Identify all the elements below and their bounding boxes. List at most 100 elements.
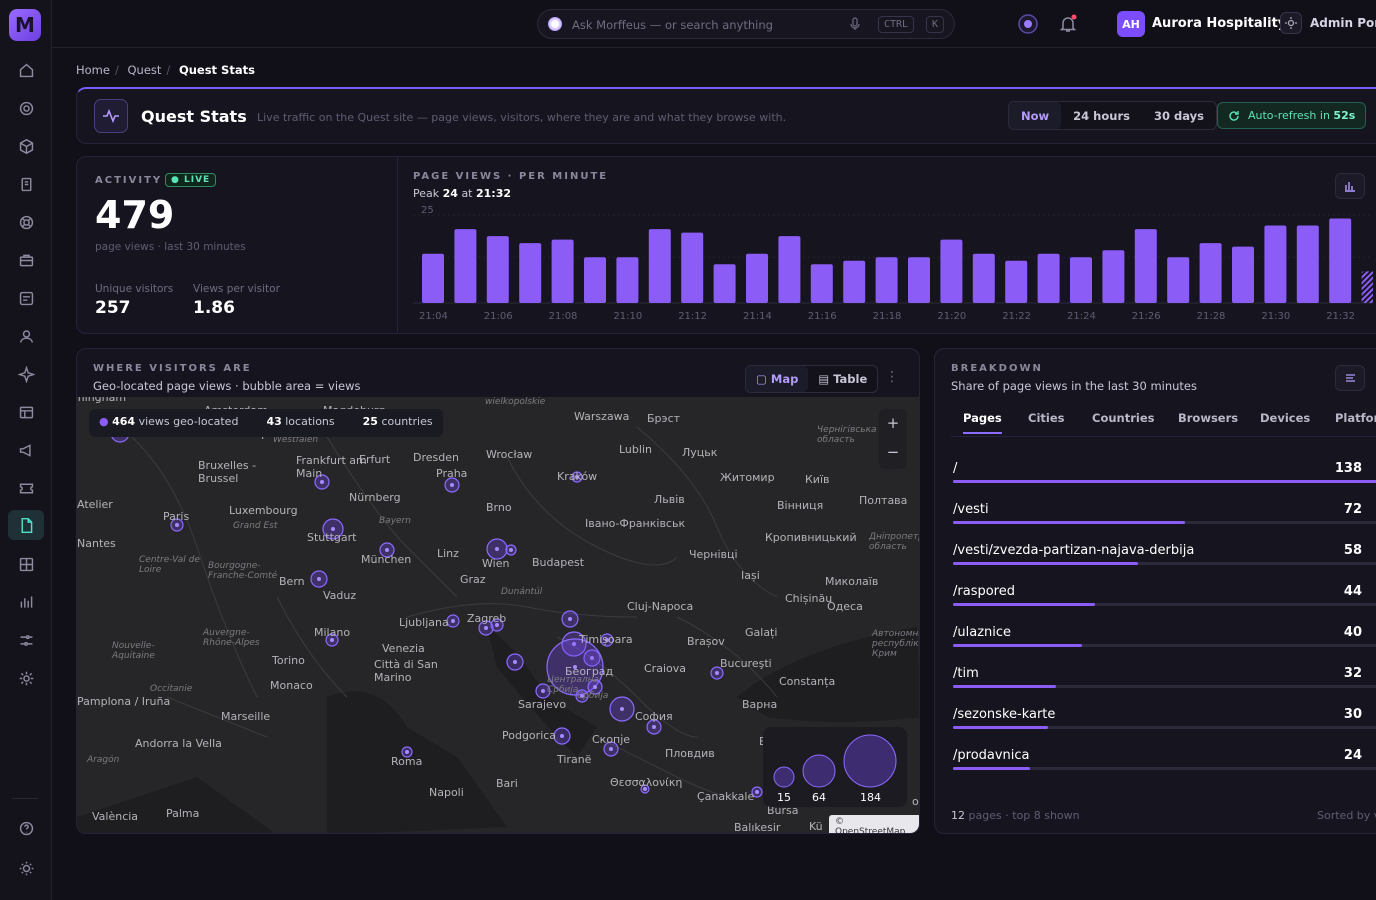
chart-bar[interactable]: [1264, 225, 1287, 303]
breakdown-row[interactable]: /vesti 72: [953, 502, 1376, 542]
chart-bar[interactable]: [681, 232, 704, 303]
table-icon[interactable]: [14, 400, 38, 424]
breakdown-row[interactable]: /tim 32: [953, 666, 1376, 706]
map-city-label: Balıkesir: [734, 821, 781, 834]
breakdown-row[interactable]: /ulaznice 40: [953, 625, 1376, 665]
pages-icon[interactable]: [8, 510, 44, 540]
breadcrumb-quest[interactable]: Quest: [128, 63, 162, 77]
zoom-in-button[interactable]: +: [879, 409, 907, 438]
megaphone-icon[interactable]: [14, 438, 38, 462]
chart-bar[interactable]: [616, 257, 639, 303]
map-city-label: Auvergne-Rhône-Alpes: [203, 628, 260, 648]
chart-type-button[interactable]: [1335, 173, 1365, 199]
range-now[interactable]: Now: [1009, 102, 1062, 129]
chart-bar[interactable]: [810, 264, 833, 303]
auto-refresh-button[interactable]: Auto-refresh in 52s: [1217, 102, 1367, 129]
chart-bar[interactable]: [875, 257, 898, 303]
map-view-map[interactable]: ▢ Map: [746, 366, 809, 392]
chart-icon[interactable]: [14, 590, 38, 614]
chart-bar[interactable]: [1037, 253, 1060, 303]
x-tick-label: 21:08: [549, 311, 578, 322]
search-placeholder[interactable]: Ask Morffeus — or search anything: [572, 18, 773, 32]
chart-bar[interactable]: [778, 236, 801, 303]
tab-countries[interactable]: Countries: [1092, 411, 1154, 425]
org-name[interactable]: Aurora Hospitality: [1152, 16, 1286, 31]
admin-portal-link[interactable]: Admin Portal: [1310, 16, 1376, 30]
ticket-icon[interactable]: [14, 476, 38, 500]
more-options-icon[interactable]: ⋮: [885, 369, 899, 385]
sparkle-icon[interactable]: [14, 362, 38, 386]
cube-icon[interactable]: [14, 134, 38, 158]
chart-bar[interactable]: [1102, 250, 1125, 303]
breakdown-row[interactable]: /prodavnica 24: [953, 748, 1376, 788]
chart-bar[interactable]: [519, 243, 542, 303]
map-city-label: Birmingham: [77, 397, 127, 404]
chart-bar[interactable]: [551, 239, 574, 303]
chart-bar[interactable]: [1167, 257, 1190, 303]
tab-cities[interactable]: Cities: [1028, 411, 1064, 425]
theme-icon[interactable]: [14, 856, 38, 880]
chart-bar[interactable]: [1361, 271, 1373, 303]
grid-icon[interactable]: [14, 552, 38, 576]
help-icon[interactable]: [14, 816, 38, 840]
chart-bar[interactable]: [713, 264, 736, 303]
map-city-label: Aragón: [87, 755, 120, 765]
search-bar[interactable]: Ask Morffeus — or search anything CTRL K: [537, 9, 955, 39]
breakdown-row[interactable]: / 138: [953, 461, 1376, 501]
chart-bar[interactable]: [1329, 218, 1352, 303]
zoom-out-button[interactable]: −: [879, 438, 907, 467]
list-options-icon[interactable]: [1335, 365, 1365, 391]
org-avatar[interactable]: AH: [1117, 11, 1145, 37]
chart-bar[interactable]: [422, 253, 444, 303]
chart-bar[interactable]: [1005, 260, 1028, 303]
chart-bar[interactable]: [908, 257, 930, 303]
chart-bar[interactable]: [648, 229, 671, 303]
document-icon[interactable]: [14, 172, 38, 196]
breadcrumb-home[interactable]: Home: [76, 63, 110, 77]
target-icon[interactable]: [14, 96, 38, 120]
tab-platforms[interactable]: Platforms: [1335, 411, 1376, 425]
map-city-label: Bayern: [379, 516, 411, 526]
range-24-hours[interactable]: 24 hours: [1061, 102, 1142, 129]
chart-bar[interactable]: [486, 236, 509, 303]
map-attribution[interactable]: © OpenStreetMap: [829, 815, 919, 833]
chart-bar[interactable]: [940, 239, 963, 303]
chart-bar[interactable]: [584, 257, 606, 303]
briefcase-icon[interactable]: [14, 248, 38, 272]
record-icon[interactable]: [1017, 13, 1039, 35]
breakdown-row[interactable]: /raspored 44: [953, 584, 1376, 624]
tab-browsers[interactable]: Browsers: [1178, 411, 1238, 425]
chart-bar[interactable]: [1199, 243, 1222, 303]
x-tick-label: 21:14: [743, 311, 772, 322]
page-title: Quest Stats: [141, 107, 247, 126]
home-icon[interactable]: [14, 58, 38, 82]
map-city-label: Kraków: [557, 470, 598, 483]
map-canvas[interactable]: orKüЦентрална СрбијаСрбијаАвтономна респ…: [77, 397, 919, 834]
support-icon[interactable]: [14, 210, 38, 234]
settings-icon[interactable]: [14, 666, 38, 690]
bell-icon[interactable]: [1057, 13, 1079, 35]
chart-bar[interactable]: [1070, 257, 1092, 303]
list-icon[interactable]: [14, 286, 38, 310]
map-city-label: Bern: [279, 575, 305, 588]
chart-bar[interactable]: [1134, 229, 1157, 303]
user-icon[interactable]: [14, 324, 38, 348]
map-view-table[interactable]: ▤ Table: [808, 366, 877, 392]
breakdown-row[interactable]: /vesti/zvezda-partizan-najava-derbija 58: [953, 543, 1376, 583]
admin-portal-icon[interactable]: [1280, 12, 1302, 34]
tab-pages[interactable]: Pages: [963, 411, 1002, 434]
sorted-by-label[interactable]: Sorted by views: [1317, 809, 1376, 822]
chart-bar[interactable]: [1232, 246, 1254, 303]
chart-bar[interactable]: [746, 253, 768, 303]
breakdown-row[interactable]: /sezonske-karte 30: [953, 707, 1376, 747]
chart-bar[interactable]: [454, 229, 477, 303]
app-logo[interactable]: M: [9, 9, 41, 41]
microphone-icon[interactable]: [850, 17, 860, 31]
range-30-days[interactable]: 30 days: [1142, 102, 1216, 129]
chart-bar[interactable]: [1296, 225, 1319, 303]
chart-bar[interactable]: [972, 253, 995, 303]
switch-icon[interactable]: [14, 628, 38, 652]
auto-refresh-label: Auto-refresh in: [1248, 109, 1330, 122]
chart-bar[interactable]: [843, 260, 866, 303]
tab-devices[interactable]: Devices: [1260, 411, 1310, 425]
